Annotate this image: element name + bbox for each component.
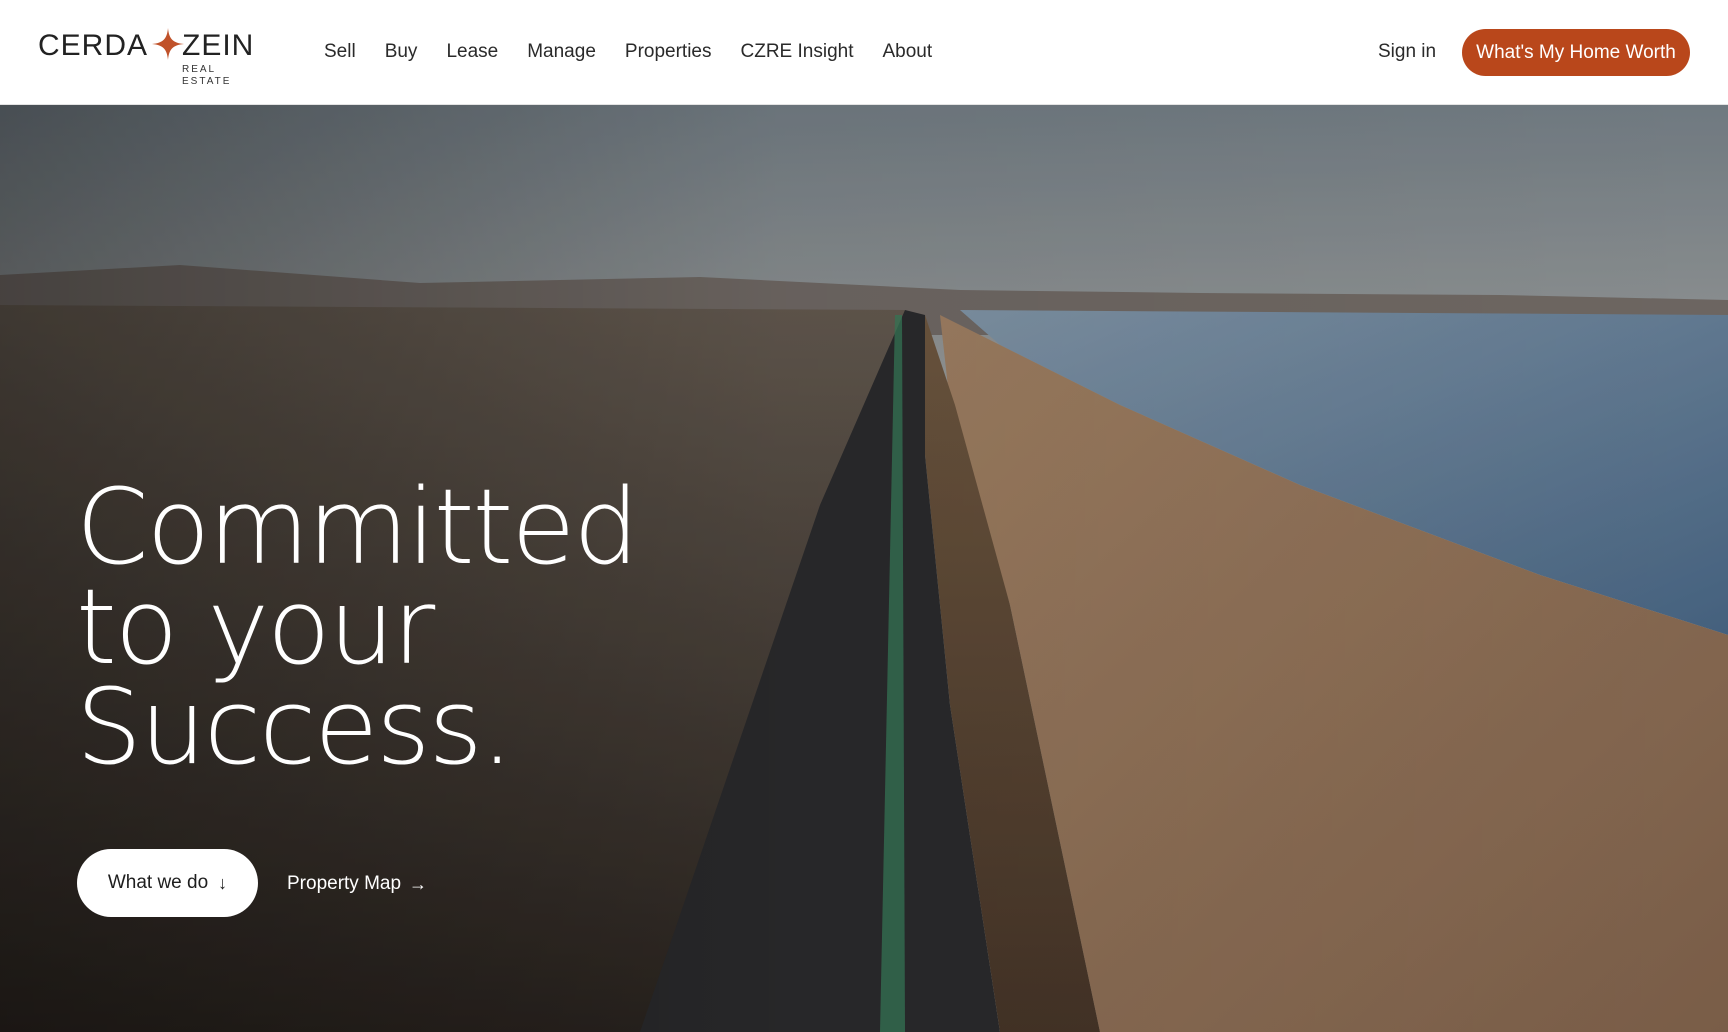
nav-item-buy[interactable]: Buy: [385, 41, 418, 63]
nav-item-lease[interactable]: Lease: [446, 41, 498, 63]
hero-title: Committed to your Success.: [76, 466, 696, 788]
logo-word-right: ZEIN: [182, 29, 255, 62]
property-map-link[interactable]: Property Map →: [287, 869, 427, 899]
hero-title-line: to your: [76, 566, 435, 688]
hero-title-line: Committed: [76, 466, 639, 588]
nav-item-about[interactable]: About: [882, 41, 932, 63]
nav-item-manage[interactable]: Manage: [527, 41, 596, 63]
arrow-down-icon: ↓: [218, 873, 228, 893]
nav-item-czre-insight[interactable]: CZRE Insight: [741, 41, 854, 63]
logo-star-icon: [152, 28, 184, 60]
logo[interactable]: CERDA ZEIN REAL ESTATE: [38, 28, 262, 87]
nav-item-sell[interactable]: Sell: [324, 41, 356, 63]
property-map-label: Property Map: [287, 873, 402, 894]
site-header: CERDA ZEIN REAL ESTATE Sell Buy Lease Ma…: [0, 0, 1728, 105]
hero: Committed to your Success. What we do ↓ …: [0, 105, 1728, 1032]
arrow-right-icon: →: [409, 874, 428, 894]
main-nav: Sell Buy Lease Manage Properties CZRE In…: [324, 0, 961, 104]
what-we-do-button[interactable]: What we do ↓: [77, 849, 258, 917]
what-we-do-label: What we do: [107, 872, 209, 893]
nav-item-properties[interactable]: Properties: [625, 41, 712, 63]
sign-in-link[interactable]: Sign in: [1378, 38, 1436, 66]
logo-word-left: CERDA: [38, 29, 149, 62]
home-worth-button[interactable]: What's My Home Worth: [1462, 29, 1690, 76]
logo-subtitle: REAL ESTATE: [182, 64, 232, 87]
hero-title-line: Success.: [76, 666, 514, 788]
